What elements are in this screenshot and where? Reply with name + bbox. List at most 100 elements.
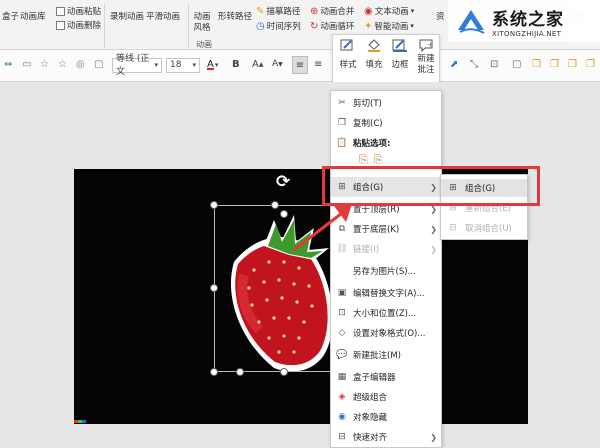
ribbon-anim-merge-label: 动画合并 <box>320 7 355 17</box>
new-comment-button[interactable]: + 新建 批注 <box>413 38 439 76</box>
paste-picture-icon[interactable]: ⎘ <box>374 153 383 167</box>
align-justify-icon: ≡ <box>314 59 323 70</box>
resize-handle[interactable] <box>210 284 218 292</box>
rotate-handle-icon[interactable]: ⟳ <box>276 172 290 192</box>
ribbon-timeline-button[interactable]: ◷ 时间序列 <box>256 20 301 33</box>
outline-pen-icon <box>392 38 408 52</box>
menu-item-box-editor[interactable]: ▦ 盒子编辑器 <box>331 367 443 387</box>
menu-item-copy[interactable]: ❐ 复制(C) <box>331 113 443 133</box>
layer-icon[interactable]: ❐ <box>586 59 595 70</box>
font-color-button[interactable]: A ▾ <box>207 59 218 70</box>
frame-icon[interactable]: ▭ <box>22 59 31 70</box>
resize-handle[interactable] <box>271 201 279 209</box>
resize-handle[interactable] <box>210 201 218 209</box>
menu-item-label: 新建批注(M) <box>353 351 401 361</box>
resize-handle[interactable] <box>280 368 288 376</box>
resize-icon[interactable]: ⤡ <box>470 59 478 70</box>
bold-button[interactable]: B <box>232 59 240 70</box>
clock-icon: ◷ <box>256 20 265 32</box>
ribbon-anim-lib-label: 动画库 <box>20 12 46 22</box>
fill-label: 填充 <box>365 60 383 70</box>
ribbon-box-button[interactable]: 盒子 <box>2 10 19 22</box>
menu-item-hide-object[interactable]: ◉ 对象隐藏 <box>331 407 443 427</box>
star-outline-icon[interactable]: ☆ <box>40 59 49 70</box>
resize-handle[interactable] <box>280 210 288 218</box>
menu-item-label: 剪切(T) <box>353 99 382 109</box>
menu-item-label: 粘贴选项: <box>353 139 391 149</box>
ungroup-icon: ⊟ <box>449 223 457 233</box>
border-button[interactable]: 边框 <box>387 38 413 70</box>
watermark: 系统之家 XITONGZHIJIA.NET <box>448 0 600 42</box>
ribbon-smooth-anim-button[interactable]: 平滑动画 <box>146 10 180 22</box>
submenu-item-ungroup: ⊟ 取消组合(U) <box>441 219 527 237</box>
ribbon-group-label-anim: 动画 <box>196 40 212 49</box>
pen-icon <box>340 38 356 52</box>
bold-icon: B <box>232 59 240 70</box>
menu-item-cut[interactable]: ✂ 剪切(T) <box>331 93 443 113</box>
ribbon-record-anim-label: 录制动画 <box>110 12 145 22</box>
watermark-logo-icon <box>454 6 488 36</box>
resize-handle[interactable] <box>210 368 218 376</box>
ribbon-anim-delete-button[interactable]: 动画删除 <box>56 19 101 31</box>
ribbon-shape-path-button[interactable]: 形转路径 <box>218 10 252 22</box>
layer-icon[interactable]: ❐ <box>532 59 541 70</box>
menu-item-label: 对象隐藏 <box>353 413 388 423</box>
chevron-right-icon: ❯ <box>430 244 437 254</box>
menu-item-save-as-picture[interactable]: 另存为图片(S)... <box>331 261 443 281</box>
chevron-down-icon: ▾ <box>410 22 414 30</box>
align-justify-button[interactable]: ≡ <box>314 59 322 70</box>
menu-item-format-object[interactable]: ◇ 设置对象格式(O)... <box>331 323 443 343</box>
shrink-font-button[interactable]: A ▼ <box>272 59 283 69</box>
layer-icon[interactable]: ❐ <box>550 59 559 70</box>
text-anim-icon: ◉ <box>364 5 373 17</box>
layer-icon[interactable]: ❐ <box>568 59 577 70</box>
ribbon-anim-merge-button[interactable]: ⊕ 动画合并 <box>310 5 355 18</box>
scissors-icon: ✂ <box>338 98 346 108</box>
menu-item-label: 大小和位置(Z)... <box>353 309 417 319</box>
ribbon-trace-path-button[interactable]: ✎ 描摹路径 <box>256 5 301 18</box>
font-name-select[interactable]: 等线 (正文 ▾ <box>112 54 162 77</box>
menu-item-label: 另存为图片(S)... <box>353 267 416 277</box>
edit-shape-icon[interactable]: ⬈ <box>450 59 458 70</box>
resize-handle[interactable] <box>236 368 244 376</box>
paste-keep-source-icon[interactable]: ⎘ <box>359 153 368 167</box>
chevron-down-icon: ▾ <box>154 61 158 69</box>
separator <box>104 4 105 48</box>
crop-icon[interactable]: ⊡ <box>490 59 498 70</box>
ribbon-resource-button[interactable]: 资 <box>436 10 445 22</box>
fill-button[interactable]: 填充 <box>361 38 387 70</box>
star-icon[interactable]: ☆ <box>58 59 67 70</box>
align-center-button[interactable]: ≡ <box>292 56 308 74</box>
frame-icon[interactable]: ▢ <box>512 59 521 70</box>
ribbon-text-anim-label: 文本动画 <box>374 7 409 17</box>
chevron-right-icon: ❯ <box>430 224 437 234</box>
merge-icon: ⊕ <box>310 5 319 17</box>
ribbon-anim-style-button[interactable]: 动画风格 <box>192 12 212 34</box>
loop-icon: ↻ <box>310 20 319 32</box>
menu-item-new-comment[interactable]: 💬 新建批注(M) <box>331 345 443 365</box>
grow-font-button[interactable]: A ▲ <box>252 59 263 70</box>
style-button[interactable]: 样式 <box>335 38 361 70</box>
menu-item-super-group[interactable]: ◈ 超级组合 <box>331 387 443 407</box>
arrow-shape-icon[interactable]: ⇔ <box>4 59 12 70</box>
delete-icon <box>56 20 65 30</box>
ribbon-anim-lib-button[interactable]: 动画库 <box>20 10 46 22</box>
ribbon-text-anim-button[interactable]: ◉ 文本动画 ▾ <box>364 5 414 18</box>
ribbon-smart-anim-button[interactable]: ✦ 智能动画 ▾ <box>364 20 414 33</box>
menu-item-edit-alt-text[interactable]: ▣ 编辑替换文字(A)... <box>331 283 443 303</box>
font-size-select[interactable]: 18 ▾ <box>166 58 200 73</box>
ring-icon[interactable]: ◎ <box>76 59 85 70</box>
format-object-icon: ◇ <box>338 328 346 338</box>
box-icon[interactable]: ▢ <box>94 59 103 70</box>
ribbon-record-anim-button[interactable]: 录制动画 <box>110 10 144 22</box>
trace-icon: ✎ <box>256 5 265 17</box>
ribbon-trace-path-label: 描摹路径 <box>266 7 301 17</box>
ribbon-anim-loop-button[interactable]: ↻ 动画循环 <box>310 20 354 33</box>
menu-item-size-position[interactable]: ⊡ 大小和位置(Z)... <box>331 303 443 323</box>
ribbon-anim-paste-button[interactable]: 动画粘贴 <box>56 5 101 17</box>
menu-item-label: 设置对象格式(O)... <box>353 329 426 339</box>
menu-item-quick-align[interactable]: ⊟ 快速对齐 ❯ <box>331 427 443 447</box>
submenu-item-label: 取消组合(U) <box>465 224 512 234</box>
ribbon-box-label: 盒子 <box>2 12 20 22</box>
ribbon-anim-style-label: 动画风格 <box>193 12 211 33</box>
